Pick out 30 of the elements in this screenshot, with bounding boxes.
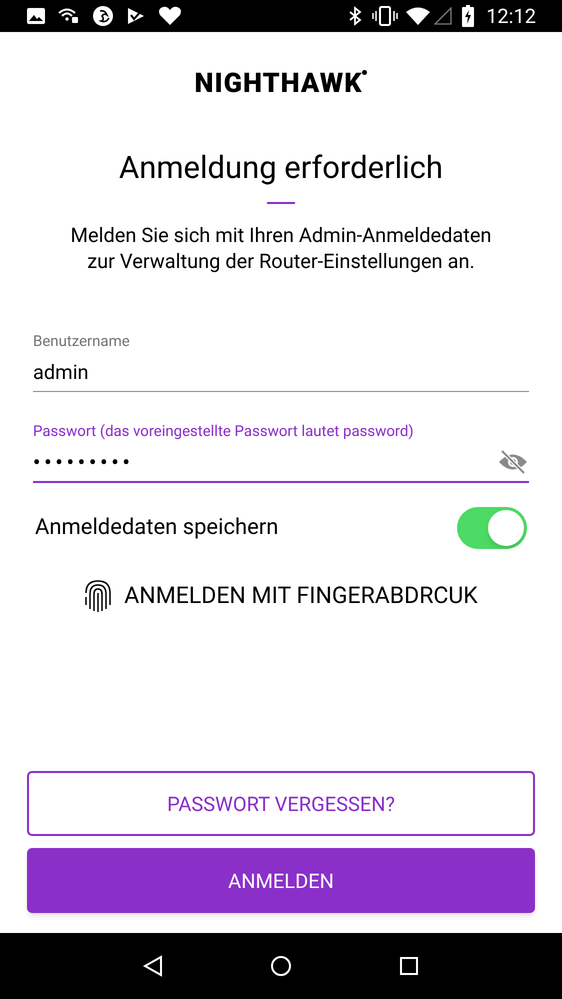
page-title: Anmeldung erforderlich [118, 149, 444, 188]
bluetooth-icon [348, 6, 362, 26]
registered-dot-icon [362, 70, 368, 75]
remember-label: Anmeldedaten speichern [35, 514, 278, 542]
field-value: ••••••••• [33, 448, 135, 476]
back-icon[interactable] [143, 955, 164, 977]
image-icon [26, 7, 46, 25]
brand-logo: NIGHTHAWK [194, 70, 362, 97]
home-icon[interactable] [270, 955, 292, 977]
field-value: admin [33, 358, 90, 386]
fingerprint-icon [84, 579, 112, 613]
login-button[interactable]: ANMELDEN [27, 848, 535, 913]
field-label: Benutzername [33, 330, 131, 352]
description: Melden Sie sich mit Ihren Admin-Anmeldedaten zur Verwaltung der Router-Einstellungen an. [70, 222, 492, 274]
eye-off-icon[interactable] [497, 448, 529, 475]
text-field[interactable]: Benutzername admin [33, 330, 529, 392]
wifi-icon [406, 7, 430, 25]
remember-switch[interactable] [457, 506, 527, 549]
battery-charging-icon [462, 5, 474, 27]
vibrate-icon [372, 6, 398, 26]
fingerprint-login-link[interactable]: ANMELDEN MIT FINGERABDRCUK [124, 578, 478, 614]
status-time: 12:12 [486, 3, 536, 30]
field-label: Passwort (das voreingestellte Passwort lautet password) [33, 421, 415, 442]
text-field[interactable]: Passwort (das voreingestellte Passwort lautet password) ••••••••• [33, 420, 529, 483]
wifi-lock-icon [58, 8, 80, 24]
check-flag-icon [126, 6, 146, 26]
forgot-password-button[interactable]: PASSWORT VERGESSEN? [27, 771, 535, 836]
signal-icon [434, 7, 452, 25]
recents-icon[interactable] [398, 956, 419, 976]
heart-icon [158, 6, 182, 26]
